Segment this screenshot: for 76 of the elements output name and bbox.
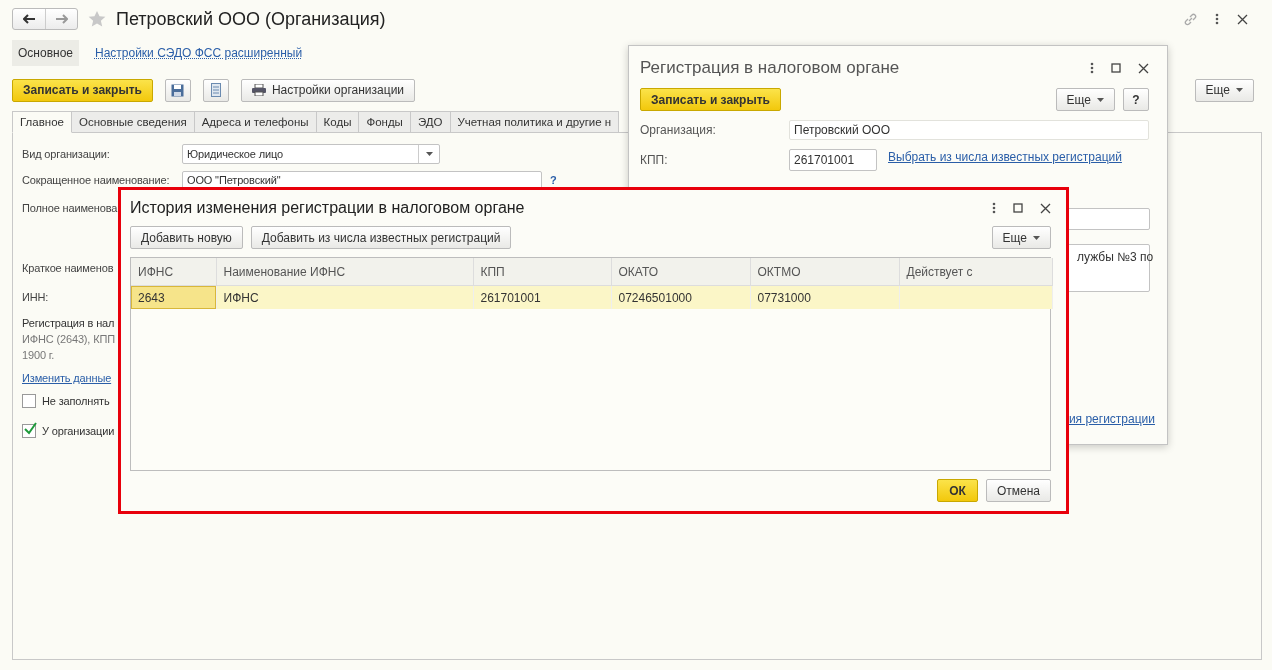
- save-button[interactable]: [164, 78, 191, 102]
- column-header[interactable]: ОКАТО: [611, 258, 750, 286]
- table-row[interactable]: 2643 ИФНС 261701001 07246501000 07731000: [131, 285, 1052, 309]
- dialog-title: История изменения регистрации в налоговом органе: [130, 199, 525, 217]
- maximize-icon[interactable]: [1111, 63, 1121, 73]
- registration-text: ИФНС (2643), КПП: [22, 332, 116, 347]
- table-cell: 2643: [131, 285, 216, 309]
- form-tab[interactable]: Адреса и телефоны: [194, 111, 317, 133]
- caret-icon: [425, 151, 433, 156]
- dialog-title: Регистрация в налоговом органе: [640, 58, 900, 78]
- caret-icon: [1097, 97, 1104, 102]
- more-icon[interactable]: [992, 202, 996, 214]
- field-label: Вид организации:: [22, 147, 111, 160]
- close-icon[interactable]: [1138, 62, 1149, 74]
- checkbox-label: У организации: [42, 425, 115, 437]
- field-label: Сокращенное наименование:: [22, 174, 171, 186]
- window-title: Петровский ООО (Организация): [116, 8, 386, 30]
- table-cell: 07731000: [750, 285, 899, 309]
- table-cell: 07246501000: [611, 285, 750, 309]
- more-icon[interactable]: [1215, 13, 1219, 25]
- field-label: Организация:: [640, 123, 717, 137]
- field-label: ИНН:: [22, 290, 49, 303]
- org-type-dropdown[interactable]: Юридическое лицо: [182, 143, 440, 164]
- form-tab[interactable]: Главное: [12, 111, 72, 133]
- section-tab[interactable]: Основное: [12, 40, 79, 66]
- checkbox[interactable]: [22, 394, 36, 408]
- forward-arrow-icon: [55, 14, 68, 24]
- caret-icon: [1033, 235, 1040, 240]
- organization-field[interactable]: Петровский ООО: [789, 120, 1149, 140]
- table-cell: ИФНС: [216, 285, 473, 309]
- form-tab[interactable]: Учетная политика и другие н: [450, 111, 620, 133]
- kpp-field[interactable]: 261701001: [789, 149, 877, 171]
- list-button[interactable]: [202, 78, 229, 102]
- more-button[interactable]: Еще: [1194, 78, 1254, 102]
- checkbox-label: Не заполнять: [42, 395, 110, 407]
- more-icon[interactable]: [1090, 62, 1094, 74]
- section-link[interactable]: Настройки СЭДО ФСС расширенный: [89, 40, 309, 66]
- add-button[interactable]: Добавить новую: [130, 226, 243, 249]
- floppy-icon: [171, 83, 185, 97]
- column-header[interactable]: ИФНС: [131, 258, 216, 286]
- maximize-icon[interactable]: [1013, 203, 1023, 213]
- table-cell: 261701001: [473, 285, 611, 309]
- column-header[interactable]: КПП: [473, 258, 611, 286]
- help-link[interactable]: ?: [550, 174, 557, 186]
- column-header[interactable]: ОКТМО: [750, 258, 899, 286]
- change-data-link[interactable]: Изменить данные: [22, 372, 112, 384]
- help-button[interactable]: ?: [1123, 88, 1149, 111]
- save-close-button[interactable]: Записать и закрыть: [640, 88, 781, 111]
- save-close-button[interactable]: Записать и закрыть: [12, 78, 153, 102]
- more-button[interactable]: Еще: [991, 226, 1051, 249]
- form-tab[interactable]: ЭДО: [410, 111, 451, 133]
- add-button[interactable]: Добавить из числа известных регистраций: [250, 226, 512, 249]
- back-arrow-icon: [23, 14, 35, 24]
- star-icon[interactable]: [88, 10, 106, 28]
- choose-registration-link[interactable]: Выбрать из числа известных регистраций: [888, 150, 1122, 164]
- close-icon[interactable]: [1237, 13, 1248, 25]
- org-settings-button[interactable]: Настройки организации: [240, 78, 416, 102]
- checkbox[interactable]: [22, 424, 36, 438]
- printer-icon: [251, 84, 266, 96]
- field-label: Полное наименова: [22, 201, 118, 214]
- close-icon[interactable]: [1040, 202, 1051, 214]
- column-header[interactable]: Действует с: [899, 258, 1052, 286]
- form-tab[interactable]: Фонды: [359, 111, 411, 133]
- form-tab[interactable]: Основные сведения: [71, 111, 195, 133]
- list-icon: [210, 83, 221, 97]
- field-label: Краткое наименов: [22, 261, 114, 274]
- registration-text: 1900 г.: [22, 348, 56, 363]
- field-label: КПП:: [640, 153, 669, 167]
- column-header[interactable]: Наименование ИФНС: [216, 258, 473, 286]
- more-button[interactable]: Еще: [1055, 88, 1115, 111]
- cancel-button[interactable]: Отмена: [985, 479, 1051, 502]
- ok-button[interactable]: ОК: [937, 479, 978, 502]
- registration-history-link[interactable]: ия регистрации: [1068, 412, 1155, 426]
- field-label: Регистрация в нал: [22, 316, 116, 331]
- form-tab[interactable]: Коды: [316, 111, 360, 133]
- caret-icon: [1236, 88, 1243, 92]
